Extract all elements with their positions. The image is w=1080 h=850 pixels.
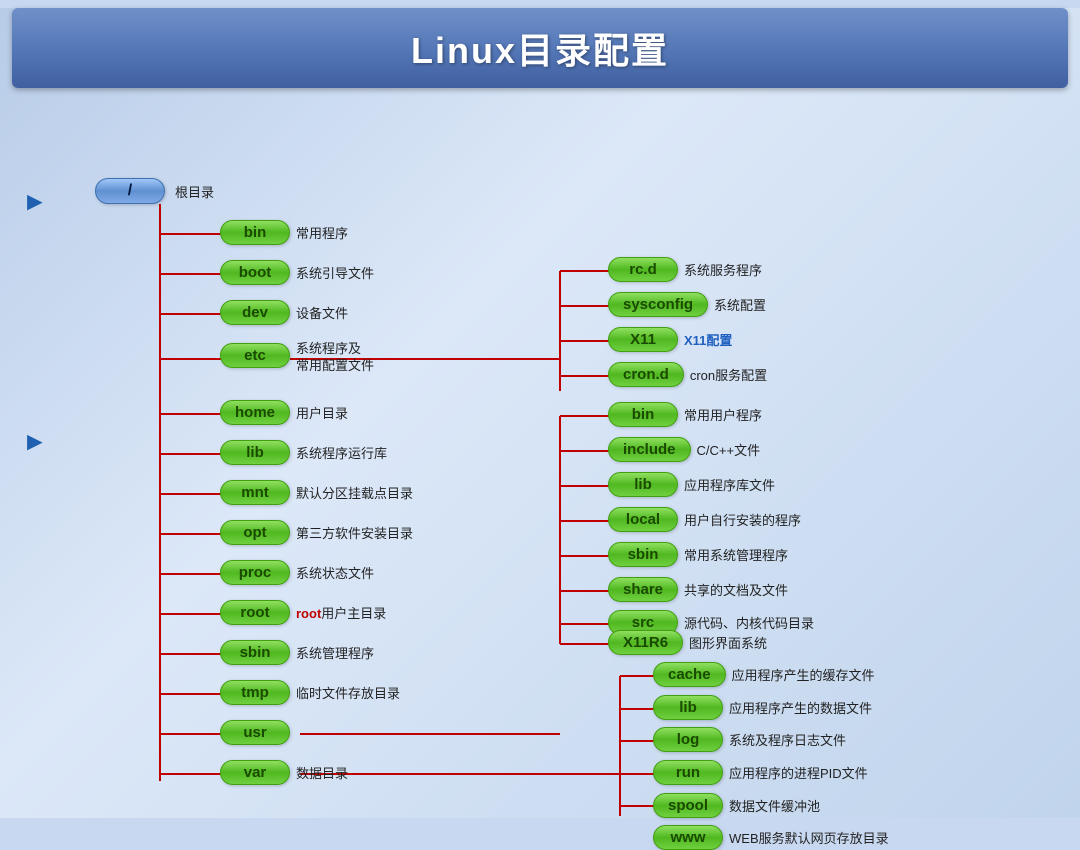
node-run: run 应用程序的进程PID文件 [653,760,868,785]
node-dev: dev 设备文件 [220,300,348,325]
node-usr: usr [220,720,290,745]
node-include: include C/C++文件 [608,437,760,462]
node-share: share 共享的文档及文件 [608,577,788,602]
root-node: / 根目录 [95,178,214,204]
node-local: local 用户自行安装的程序 [608,507,801,532]
root-pill: / [95,178,165,204]
node-sysconfig: sysconfig 系统配置 [608,292,766,317]
node-var-lib: lib 应用程序产生的数据文件 [653,695,872,720]
node-etc: etc 系统程序及常用配置文件 [220,341,374,375]
arrow-1: ► [22,186,48,217]
node-crond: cron.d cron服务配置 [608,362,767,387]
header: Linux目录配置 [12,8,1068,88]
node-opt: opt 第三方软件安装目录 [220,520,413,545]
node-log: log 系统及程序日志文件 [653,727,846,752]
node-usr-sbin: sbin 常用系统管理程序 [608,542,788,567]
node-spool: spool 数据文件缓冲池 [653,793,820,818]
node-lib: lib 系统程序运行库 [220,440,387,465]
node-root-dir: root root用户主目录 [220,600,386,625]
node-www: www WEB服务默认网页存放目录 [653,825,889,850]
node-home: home 用户目录 [220,400,348,425]
node-x11r6: X11R6 图形界面系统 [608,630,767,655]
node-mnt: mnt 默认分区挂载点目录 [220,480,413,505]
node-usr-bin: bin 常用用户程序 [608,402,762,427]
node-sbin: sbin 系统管理程序 [220,640,374,665]
arrow-2: ► [22,426,48,457]
page-title: Linux目录配置 [12,22,1068,74]
node-x11: X11 X11配置 [608,327,732,352]
diagram-area: ► ► [0,96,1080,816]
node-rcd: rc.d 系统服务程序 [608,257,762,282]
node-proc: proc 系统状态文件 [220,560,374,585]
node-var: var 数据目录 [220,760,348,785]
node-cache: cache 应用程序产生的缓存文件 [653,662,875,687]
tree-lines [0,96,1080,816]
node-usr-lib: lib 应用程序库文件 [608,472,775,497]
node-boot: boot 系统引导文件 [220,260,374,285]
node-tmp: tmp 临时文件存放目录 [220,680,400,705]
root-description: 根目录 [175,182,214,201]
node-bin: bin 常用程序 [220,220,348,245]
